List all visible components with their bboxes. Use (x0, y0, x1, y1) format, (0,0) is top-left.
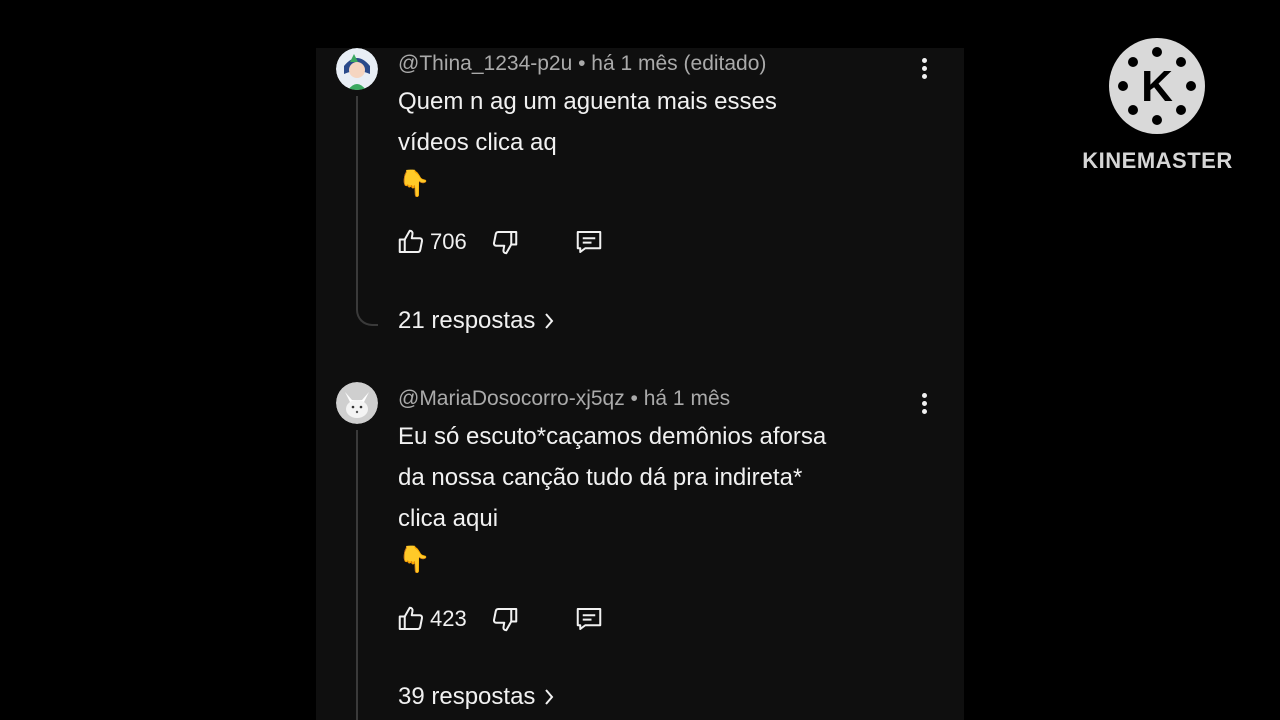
comment-time: • há 1 mês (624, 387, 731, 410)
replies-count: 39 respostas (398, 683, 536, 710)
reply-button[interactable] (574, 226, 604, 258)
like-count: 423 (430, 606, 467, 631)
chevron-right-icon (545, 313, 554, 329)
reply-icon (576, 231, 602, 253)
like-button[interactable]: 423 (396, 603, 467, 635)
replies-link[interactable]: 21 respostas (398, 307, 555, 335)
pointing-down-emoji: 👇 (398, 544, 431, 574)
more-options-icon[interactable] (914, 56, 934, 84)
watermark-text: KINEMASTER (1082, 148, 1233, 173)
thread-line (356, 430, 378, 720)
avatar[interactable] (336, 382, 378, 424)
pointing-down-emoji: 👇 (398, 168, 431, 198)
comments-panel: @Thina_1234-p2u • há 1 mês (editado) Que… (316, 48, 964, 720)
dislike-button[interactable] (490, 226, 520, 258)
comment-text: Eu só escuto*caçamos demônios aforsa da … (398, 416, 918, 580)
like-count: 706 (430, 229, 467, 254)
reply-icon (576, 608, 602, 630)
thread-line (356, 96, 378, 326)
comment-text-line: vídeos clica aq (398, 129, 557, 156)
dislike-button[interactable] (490, 603, 520, 635)
avatar[interactable] (336, 48, 378, 90)
comment-text-line: clica aqui (398, 505, 499, 532)
thumbs-down-icon (492, 231, 518, 255)
author-handle[interactable]: @MariaDosocorro-xj5qz (398, 387, 625, 410)
thumbs-down-icon (492, 608, 518, 632)
author-handle[interactable]: @Thina_1234-p2u (398, 52, 572, 75)
chevron-right-icon (545, 689, 554, 705)
thumbs-up-icon (398, 229, 424, 253)
logo-letter: K (1141, 62, 1173, 111)
comment-text-line: Quem n ag um aguenta mais esses (398, 88, 777, 115)
comment-text-line: da nossa canção tudo dá pra indireta* (398, 464, 803, 491)
reply-button[interactable] (574, 603, 604, 635)
comment-meta: @Thina_1234-p2u • há 1 mês (editado) (398, 52, 766, 76)
comment-meta: @MariaDosocorro-xj5qz • há 1 mês (398, 387, 730, 411)
comment-text-line: Eu só escuto*caçamos demônios aforsa (398, 423, 827, 450)
replies-count: 21 respostas (398, 307, 536, 334)
comment-time: • há 1 mês (editado) (572, 52, 767, 75)
comment-text: Quem n ag um aguenta mais esses vídeos c… (398, 81, 918, 204)
replies-link[interactable]: 39 respostas (398, 683, 555, 711)
like-button[interactable]: 706 (396, 226, 467, 258)
kinemaster-logo-icon: K (1109, 38, 1205, 134)
thumbs-up-icon (398, 606, 424, 630)
more-options-icon[interactable] (914, 391, 934, 419)
